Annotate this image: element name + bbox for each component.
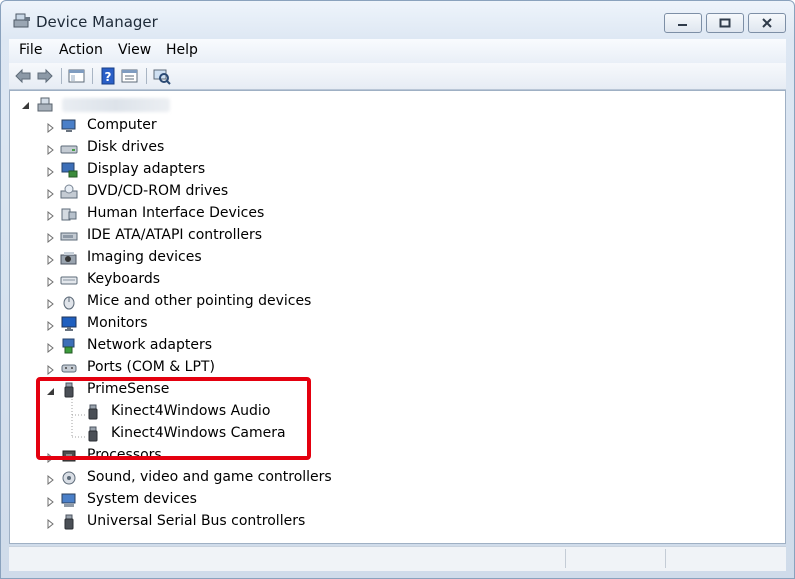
- display-adapter-icon: [60, 162, 78, 178]
- tree-node-label: Human Interface Devices: [87, 205, 265, 221]
- expand-arrow-icon[interactable]: [46, 165, 55, 178]
- status-bar: [9, 546, 786, 571]
- tree-category-node[interactable]: Disk drives: [10, 137, 780, 159]
- expand-arrow-icon[interactable]: [46, 495, 55, 508]
- tree-category-node[interactable]: Keyboards: [10, 269, 780, 291]
- show-hide-console-tree-icon[interactable]: [67, 67, 87, 85]
- minimize-button[interactable]: [664, 13, 702, 33]
- tree-category-node[interactable]: DVD/CD-ROM drives: [10, 181, 780, 203]
- forward-arrow-icon[interactable]: [35, 67, 55, 85]
- sound-icon: [60, 470, 78, 486]
- tree-node-label: Imaging devices: [87, 249, 202, 265]
- tree-node-label: Computer: [87, 117, 157, 133]
- scan-hardware-icon[interactable]: [152, 67, 172, 85]
- tree-node-label: Ports (COM & LPT): [87, 359, 215, 375]
- tree-node-label: Universal Serial Bus controllers: [87, 513, 306, 529]
- menu-action[interactable]: Action: [59, 42, 103, 58]
- computer-name-redacted: [62, 98, 170, 112]
- svg-text:?: ?: [105, 70, 112, 84]
- expand-arrow-icon[interactable]: [46, 143, 55, 156]
- tree-node-label: Monitors: [87, 315, 148, 331]
- properties-icon[interactable]: [120, 67, 140, 85]
- tree-category-node[interactable]: System devices: [10, 489, 780, 511]
- expand-arrow-icon[interactable]: [46, 341, 55, 354]
- tree-node-label: Disk drives: [87, 139, 165, 155]
- hid-icon: [60, 206, 78, 222]
- expand-arrow-icon[interactable]: [46, 363, 55, 376]
- tree-category-node[interactable]: Monitors: [10, 313, 780, 335]
- close-button[interactable]: [748, 13, 786, 33]
- minimize-icon: [678, 24, 687, 26]
- menu-file[interactable]: File: [19, 42, 42, 58]
- toolbar: ?: [9, 63, 786, 90]
- imaging-device-icon: [60, 250, 78, 266]
- tree-root-node[interactable]: [10, 93, 780, 115]
- tree-category-node[interactable]: Computer: [10, 115, 780, 137]
- keyboard-icon: [60, 272, 78, 288]
- menu-view[interactable]: View: [118, 42, 151, 58]
- expand-arrow-icon[interactable]: [46, 209, 55, 222]
- expand-arrow-icon[interactable]: [46, 517, 55, 530]
- menu-bar: File Action View Help: [9, 39, 786, 63]
- tree-category-node[interactable]: Human Interface Devices: [10, 203, 780, 225]
- expand-arrow-icon[interactable]: [46, 253, 55, 266]
- usb-plug-icon: [60, 514, 78, 530]
- expand-arrow-icon[interactable]: [46, 473, 55, 486]
- close-icon: [762, 18, 772, 28]
- toolbar-separator: [146, 68, 147, 84]
- mouse-icon: [60, 294, 78, 310]
- device-tree[interactable]: Computer Disk drives Display adapters DVD/C…: [9, 90, 786, 544]
- ide-controller-icon: [60, 228, 78, 244]
- title-bar[interactable]: Device Manager: [1, 1, 794, 39]
- expand-arrow-icon[interactable]: [46, 231, 55, 244]
- expand-arrow-icon[interactable]: [46, 275, 55, 288]
- device-manager-app-icon: [13, 12, 31, 28]
- toolbar-separator: [61, 68, 62, 84]
- expand-arrow-icon[interactable]: [46, 319, 55, 332]
- tree-category-node[interactable]: Universal Serial Bus controllers: [10, 511, 780, 533]
- monitor-icon: [60, 316, 78, 332]
- tree-node-label: Display adapters: [87, 161, 206, 177]
- port-icon: [60, 360, 78, 376]
- network-adapter-icon: [60, 338, 78, 354]
- tree-category-node[interactable]: Display adapters: [10, 159, 780, 181]
- tree-category-node[interactable]: Imaging devices: [10, 247, 780, 269]
- red-highlight-box: [36, 377, 311, 460]
- tree-category-node[interactable]: Ports (COM & LPT): [10, 357, 780, 379]
- system-device-icon: [60, 492, 78, 508]
- device-manager-window: Device Manager File Action View Help ? C…: [0, 0, 795, 579]
- tree-category-node[interactable]: IDE ATA/ATAPI controllers: [10, 225, 780, 247]
- window-title: Device Manager: [36, 13, 158, 31]
- status-pane: [665, 549, 786, 568]
- computer-tower-icon: [36, 96, 54, 112]
- status-pane: [565, 549, 666, 568]
- maximize-button[interactable]: [706, 13, 744, 33]
- tree-node-label: Mice and other pointing devices: [87, 293, 312, 309]
- tree-node-label: Sound, video and game controllers: [87, 469, 332, 485]
- computer-icon: [60, 118, 78, 134]
- toolbar-separator: [92, 68, 93, 84]
- maximize-icon: [719, 18, 731, 28]
- tree-node-label: Network adapters: [87, 337, 212, 353]
- tree-node-label: Keyboards: [87, 271, 161, 287]
- dvd-drive-icon: [60, 184, 78, 200]
- disk-drive-icon: [60, 140, 78, 156]
- tree-node-label: IDE ATA/ATAPI controllers: [87, 227, 263, 243]
- menu-help[interactable]: Help: [166, 42, 198, 58]
- expand-arrow-icon[interactable]: [46, 121, 55, 134]
- back-arrow-icon[interactable]: [13, 67, 33, 85]
- tree-category-node[interactable]: Mice and other pointing devices: [10, 291, 780, 313]
- expand-arrow-icon[interactable]: [46, 297, 55, 310]
- help-icon[interactable]: ?: [98, 67, 118, 85]
- expand-arrow-icon[interactable]: [46, 187, 55, 200]
- tree-category-node[interactable]: Network adapters: [10, 335, 780, 357]
- tree-node-label: DVD/CD-ROM drives: [87, 183, 229, 199]
- tree-category-node[interactable]: Sound, video and game controllers: [10, 467, 780, 489]
- collapse-arrow-icon[interactable]: [21, 99, 30, 109]
- tree-node-label: System devices: [87, 491, 197, 507]
